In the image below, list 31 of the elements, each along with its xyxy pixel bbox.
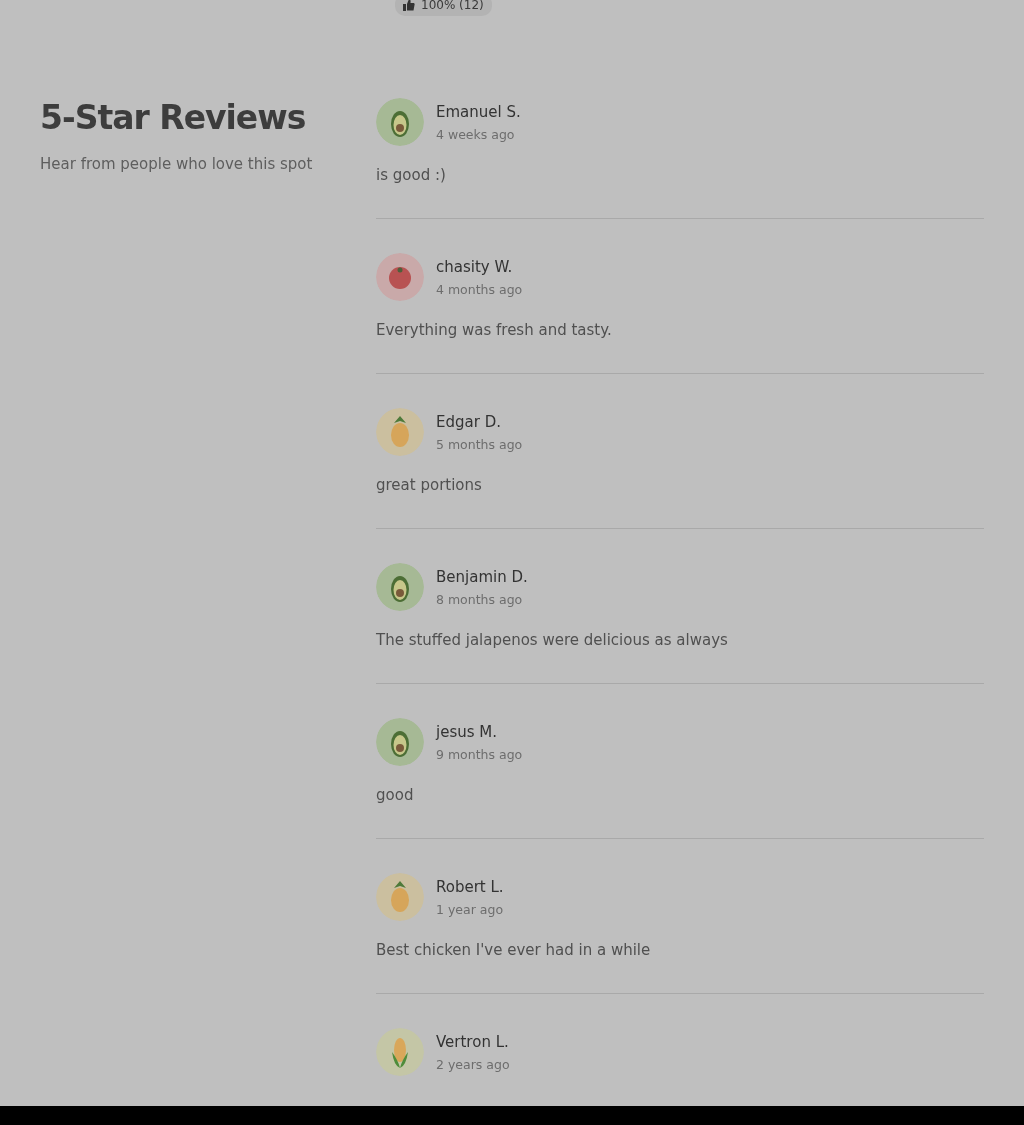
review-text: is good :) [376,166,447,184]
review-date: 4 months ago [436,281,523,297]
avatar-icon [376,98,424,146]
review-text: The stuffed jalapenos were delicious as always [376,631,729,649]
review-date: 2 years ago [436,1056,510,1072]
review-text: Best chicken I've ever had in a while [376,941,652,959]
section-title: 5-Star Reviews [40,98,307,137]
thumbs-up-icon [403,0,415,11]
reviewer-name: Robert L. [436,877,504,896]
reviewer-name: Vertron L. [436,1032,510,1051]
review-date: 1 year ago [436,901,504,917]
review-text: great portions [376,476,483,494]
reviewer-name: jesus M. [436,722,498,741]
reviewer-name: Emanuel S. [436,102,521,121]
review-date: 8 months ago [436,591,524,607]
reviewer-name: Benjamin D. [436,567,528,586]
reviewer-name: Edgar D. [436,412,502,431]
review-date: 5 months ago [436,436,523,452]
review-date: 9 months ago [436,746,523,762]
avatar-icon [376,718,424,766]
reviewer-name: chasity W. [436,257,514,276]
review-text: good [376,786,415,804]
avatar-icon [376,873,424,921]
avatar-icon [376,253,424,301]
avatar-icon [376,408,424,456]
avatar-icon [376,1028,424,1076]
review-text: Everything was fresh and tasty. [376,321,613,339]
rating-text: 100% (12) [421,0,484,12]
avatar-icon [376,563,424,611]
section-subtitle: Hear from people who love this spot [40,155,314,173]
review-date: 4 weeks ago [436,126,516,142]
